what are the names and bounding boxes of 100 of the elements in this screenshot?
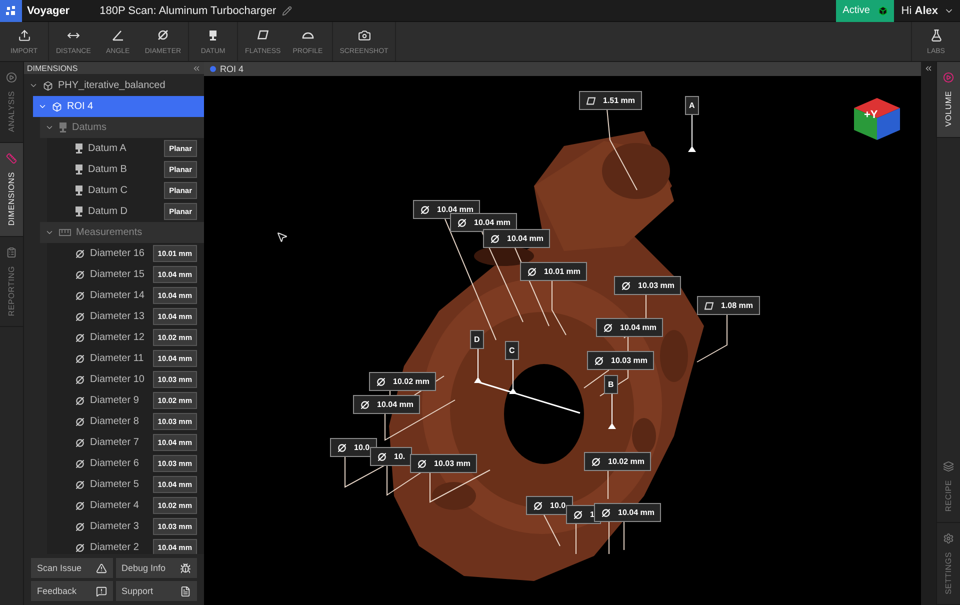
diameter-icon: [75, 396, 85, 406]
diameter-icon: [457, 218, 467, 228]
clipboard-icon: [6, 246, 17, 258]
datum-leader: [474, 348, 482, 383]
diameter-icon: [533, 500, 543, 510]
measurement-label[interactable]: 10.04 mm: [594, 503, 662, 522]
side-tab[interactable]: DIMENSIONS: [0, 142, 23, 237]
measurement-label[interactable]: A: [685, 96, 699, 115]
diameter-icon: [337, 442, 347, 452]
parallelogram-icon: [586, 96, 596, 104]
panel-button[interactable]: Scan Issue: [31, 558, 112, 578]
upload-icon: [18, 28, 30, 42]
message-icon: [96, 586, 106, 596]
axis-label: +Y: [864, 109, 878, 121]
scan-title: 180P Scan: Aluminum Turbocharger: [100, 4, 276, 16]
parallelogram-icon: [704, 302, 714, 310]
bug-icon: [180, 562, 191, 574]
panel-button[interactable]: Debug Info: [116, 558, 197, 578]
view-cube-icon[interactable]: [852, 96, 902, 142]
measurement-label[interactable]: 10.04 mm: [353, 395, 420, 414]
pencil-icon[interactable]: [282, 6, 292, 16]
leader-line: [552, 280, 566, 336]
diameter-icon: [75, 500, 85, 510]
chevron-icon[interactable]: [45, 228, 54, 237]
panel-button[interactable]: Support: [116, 581, 197, 601]
leader-line: [696, 314, 728, 362]
measurement-label[interactable]: 1.08 mm: [697, 296, 760, 315]
diameter-icon: [75, 332, 85, 342]
cursor-icon: [276, 231, 288, 243]
side-tab[interactable]: VOLUME: [937, 62, 960, 138]
measurement-label[interactable]: 1.51 mm: [579, 91, 642, 110]
cube-icon: [43, 80, 53, 90]
diameter-icon: [75, 248, 85, 258]
datum-icon: [75, 206, 83, 217]
tree-item[interactable]: Datums: [40, 117, 204, 138]
panel-button[interactable]: Feedback: [31, 581, 112, 601]
chevron-icon[interactable]: [38, 102, 47, 111]
tree-item[interactable]: PHY_iterative_balanced: [24, 75, 204, 96]
diameter-icon: [75, 290, 85, 300]
diameter-icon: [621, 280, 631, 290]
diameter-icon: [75, 270, 85, 280]
diameter-icon: [75, 438, 85, 448]
diameter-icon: [360, 400, 370, 410]
user-greeting[interactable]: Hi Alex: [901, 4, 938, 16]
app-name: Voyager: [27, 4, 70, 16]
measurement-label[interactable]: 10.03 mm: [614, 276, 682, 295]
diameter-icon: [377, 452, 387, 462]
measurement-label[interactable]: 10.0: [526, 496, 573, 515]
diameter-icon: [156, 29, 169, 41]
datum-leader: [688, 114, 696, 152]
measurement-label[interactable]: 10.: [370, 447, 412, 466]
diameter-icon: [420, 204, 430, 214]
diameter-icon: [417, 458, 427, 468]
measurement-label[interactable]: C: [505, 341, 519, 360]
measurement-label[interactable]: 10.03 mm: [587, 351, 654, 370]
measurement-label[interactable]: 10.01 mm: [520, 262, 588, 281]
leader-line: [430, 470, 490, 503]
measurement-label[interactable]: 10.04 mm: [596, 318, 664, 337]
tree-item[interactable]: ROI 4: [33, 96, 204, 117]
measurement-label[interactable]: 10.02 mm: [369, 372, 436, 391]
layers-icon: [943, 461, 954, 472]
angle-icon: [112, 29, 124, 41]
measurement-label[interactable]: 10.04 mm: [483, 229, 550, 248]
measurement-label[interactable]: 10.03 mm: [410, 454, 478, 473]
play-icon: [6, 72, 17, 83]
diameter-icon: [376, 376, 386, 386]
datum-icon: [75, 164, 83, 175]
camera-icon: [358, 28, 371, 42]
measurement-label[interactable]: 10.0: [330, 438, 377, 457]
datum-icon: [209, 30, 218, 40]
leader-line: [544, 514, 560, 546]
measurement-label[interactable]: 10.04 mm: [450, 213, 518, 232]
diameter-icon: [601, 508, 611, 518]
collapse-icon[interactable]: [924, 64, 933, 73]
measurement-label[interactable]: D: [470, 330, 484, 349]
parallelogram-icon: [256, 30, 269, 40]
chevron-icon[interactable]: [45, 123, 54, 132]
ruler-icon: [59, 229, 71, 236]
datum-leader: [608, 394, 616, 429]
diameter-icon: [603, 322, 613, 332]
diameter-icon: [75, 312, 85, 322]
diameter-icon: [573, 510, 583, 520]
measurement-label[interactable]: 10.02 mm: [584, 452, 652, 471]
diameter-icon: [75, 542, 85, 552]
diameter-icon: [75, 458, 85, 468]
datum-icon: [75, 185, 83, 196]
cube-icon: [52, 102, 62, 112]
flask-icon: [930, 28, 942, 42]
datum-icon: [75, 143, 83, 154]
tree-item[interactable]: Measurements: [40, 222, 204, 243]
viewport-tab[interactable]: ROI 4: [210, 64, 244, 74]
collapse-icon[interactable]: [192, 64, 201, 72]
diameter-icon: [527, 266, 537, 276]
diameter-icon: [591, 456, 601, 466]
settings-icon: [943, 532, 954, 544]
leader-line: [608, 522, 610, 554]
datum-icon: [59, 122, 67, 133]
measurement-label[interactable]: B: [604, 375, 618, 394]
chevron-icon[interactable]: [29, 81, 38, 90]
logo-icon: [0, 0, 22, 22]
